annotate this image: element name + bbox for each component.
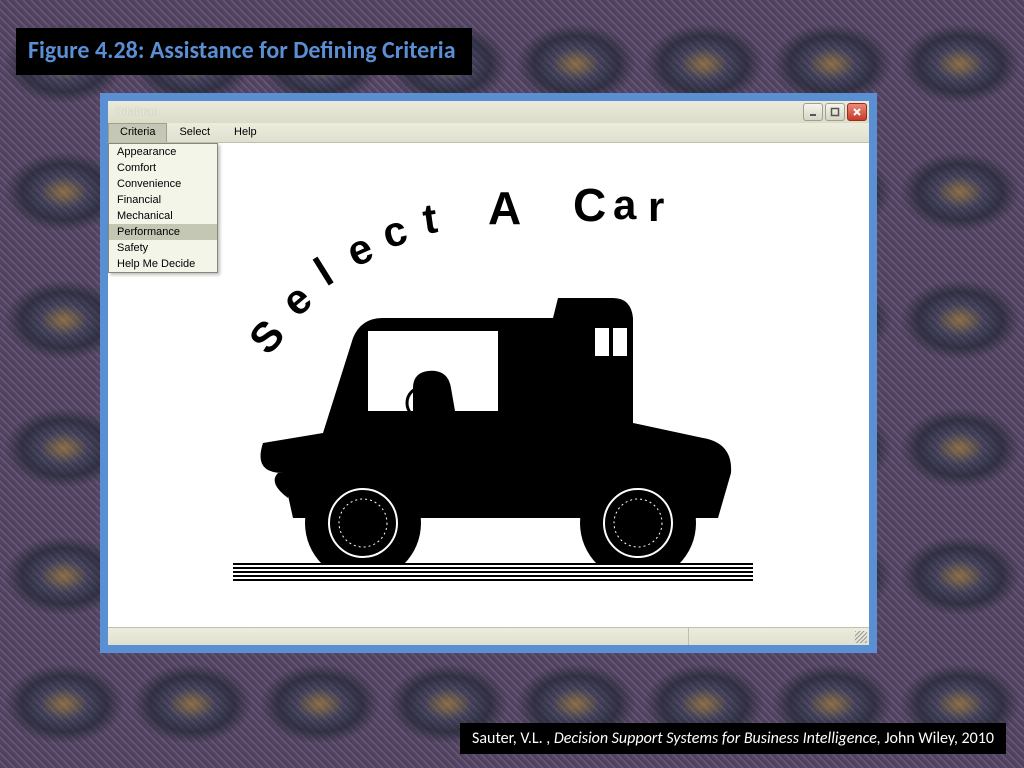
dropdown-item-appearance[interactable]: Appearance bbox=[109, 144, 217, 160]
citation-publisher: John Wiley, 2010 bbox=[884, 729, 994, 748]
window-title: Odabran bbox=[114, 106, 803, 118]
close-button[interactable] bbox=[847, 103, 867, 121]
dropdown-item-financial[interactable]: Financial bbox=[109, 192, 217, 208]
citation-title: Decision Support Systems for Business In… bbox=[554, 729, 885, 748]
dropdown-item-mechanical[interactable]: Mechanical bbox=[109, 208, 217, 224]
figure-caption: Figure 4.28: Assistance for Defining Cri… bbox=[16, 28, 472, 75]
ground-line bbox=[233, 563, 753, 583]
criteria-dropdown: AppearanceComfortConvenienceFinancialMec… bbox=[108, 143, 218, 273]
menu-bar: CriteriaSelectHelp bbox=[108, 123, 869, 143]
citation-author: Sauter, V.L. , bbox=[472, 729, 554, 748]
title-bar: Odabran bbox=[108, 101, 869, 123]
headline-char: A bbox=[488, 181, 521, 235]
minimize-button[interactable] bbox=[803, 103, 823, 121]
menu-item-criteria[interactable]: Criteria bbox=[108, 123, 167, 142]
headline-char: t bbox=[420, 194, 441, 243]
menu-item-help[interactable]: Help bbox=[222, 123, 269, 142]
headline-char: e bbox=[339, 223, 380, 276]
dropdown-item-help-me-decide[interactable]: Help Me Decide bbox=[109, 256, 217, 272]
maximize-button[interactable] bbox=[825, 103, 845, 121]
window-controls bbox=[803, 103, 867, 121]
headline-char: c bbox=[377, 206, 413, 259]
citation: Sauter, V.L. , Decision Support Systems … bbox=[460, 723, 1006, 754]
status-divider bbox=[688, 628, 689, 645]
dropdown-item-comfort[interactable]: Comfort bbox=[109, 160, 217, 176]
headline-char: C bbox=[573, 178, 606, 232]
dropdown-item-safety[interactable]: Safety bbox=[109, 240, 217, 256]
menu-item-select[interactable]: Select bbox=[167, 123, 222, 142]
car-illustration bbox=[233, 273, 753, 583]
status-bar bbox=[108, 627, 869, 645]
dropdown-item-performance[interactable]: Performance bbox=[109, 224, 217, 240]
dropdown-item-convenience[interactable]: Convenience bbox=[109, 176, 217, 192]
application-window: Odabran CriteriaSelectHelp AppearanceCom… bbox=[100, 93, 877, 653]
content-area: SelectACar bbox=[108, 143, 869, 627]
headline-char: r bbox=[648, 183, 664, 231]
headline-char: a bbox=[613, 181, 636, 229]
